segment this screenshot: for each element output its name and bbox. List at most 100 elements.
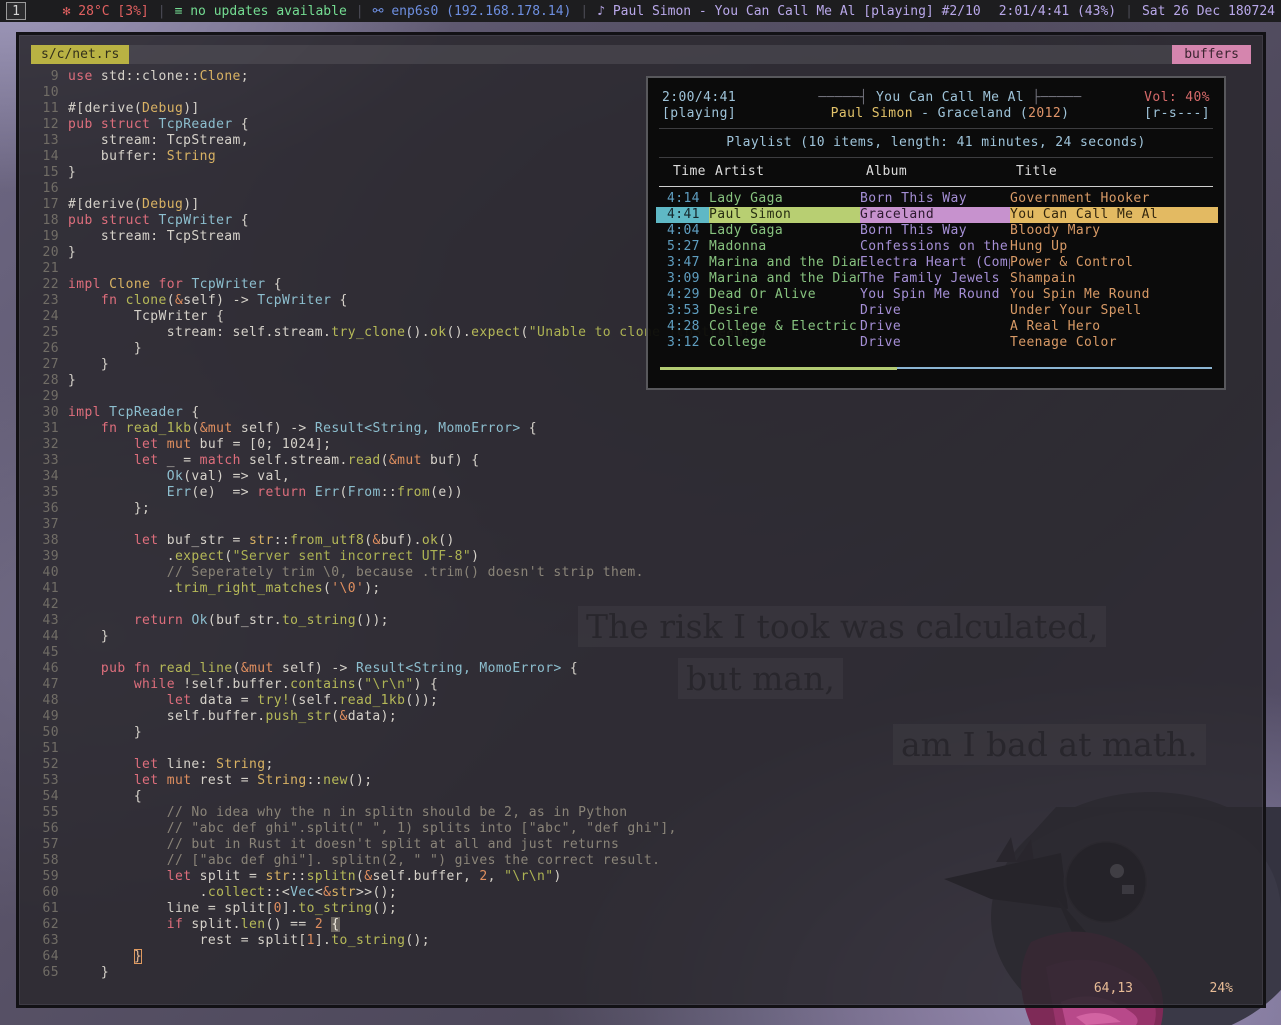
playlist-row[interactable]: 4:29Dead Or AliveYou Spin Me RoundYou Sp…	[648, 287, 1224, 303]
line-number: 9	[31, 69, 59, 85]
code-line: 35 Err(e) => return Err(From::from(e))	[31, 485, 1251, 501]
cell-title: A Real Hero	[1010, 319, 1218, 335]
line-number: 40	[31, 565, 59, 581]
playlist-row[interactable]: 3:53DesireDriveUnder Your Spell	[648, 303, 1224, 319]
line-number: 51	[31, 741, 59, 757]
code-line: 33 let _ = match self.stream.read(&mut b…	[31, 453, 1251, 469]
cell-album: Drive	[860, 335, 1010, 351]
line-number: 45	[31, 645, 59, 661]
line-number: 52	[31, 757, 59, 773]
column-artist[interactable]: Artist	[715, 164, 866, 180]
code-line: 51	[31, 741, 1251, 757]
playlist-row[interactable]: 4:04Lady GagaBorn This WayBloody Mary	[648, 223, 1224, 239]
line-number: 50	[31, 725, 59, 741]
cell-title: Hung Up	[1010, 239, 1218, 255]
cell-artist: Marina and the Diamo	[709, 271, 860, 287]
module-separator: |	[149, 4, 175, 19]
playlist[interactable]: 4:14Lady GagaBorn This WayGovernment Hoo…	[648, 191, 1224, 351]
playlist-row-selected[interactable]: 4:41Paul SimonGracelandYou Can Call Me A…	[648, 207, 1224, 223]
code-line: 45	[31, 645, 1251, 661]
code-line: 48 let data = try!(self.read_1kb());	[31, 693, 1251, 709]
line-number: 17	[31, 197, 59, 213]
playlist-row[interactable]: 5:27MadonnaConfessions on the DHung Up	[648, 239, 1224, 255]
code-line: 52 let line: String;	[31, 757, 1251, 773]
workspace-indicator[interactable]: 1	[6, 2, 26, 20]
cell-title: Government Hooker	[1010, 191, 1218, 207]
cell-title: You Spin Me Round	[1010, 287, 1218, 303]
cell-title: Under Your Spell	[1010, 303, 1218, 319]
cell-album: You Spin Me Round	[860, 287, 1010, 303]
code-line: 60 .collect::<Vec<&str>>();	[31, 885, 1251, 901]
desktop: The risk I took was calculated, but man,…	[0, 0, 1281, 1025]
track-time-module: 2:01/4:41 (43%)	[981, 4, 1116, 19]
cell-artist: Madonna	[709, 239, 860, 255]
code-line: 61 line = split[0].to_string();	[31, 901, 1251, 917]
playlist-header: Time Artist Album Title	[662, 164, 1210, 180]
cell-artist: Desire	[709, 303, 860, 319]
code-line: 31 fn read_1kb(&mut self) -> Result<Stri…	[31, 421, 1251, 437]
code-line: 34 Ok(val) => val,	[31, 469, 1251, 485]
player-track-title: ─────┤ You Can Call Me Al ├─────	[782, 90, 1118, 106]
buffers-label[interactable]: buffers	[1172, 45, 1251, 64]
line-number: 29	[31, 389, 59, 405]
cell-title: Power & Control	[1010, 255, 1218, 271]
cell-time: 4:29	[656, 287, 709, 303]
clock-module: Sat 26 Dec 180724	[1142, 4, 1275, 19]
cell-artist: Lady Gaga	[709, 191, 860, 207]
cell-album: Confessions on the D	[860, 239, 1010, 255]
scroll-percent: 24%	[1210, 981, 1233, 996]
line-number: 64	[31, 949, 59, 965]
line-number: 58	[31, 853, 59, 869]
code-line: 39 .expect("Server sent incorrect UTF-8"…	[31, 549, 1251, 565]
line-number: 34	[31, 469, 59, 485]
music-note-icon: ♪	[597, 4, 605, 19]
code-line: 46 pub fn read_line(&mut self) -> Result…	[31, 661, 1251, 677]
cell-artist: College & Electric Y	[709, 319, 860, 335]
line-number: 30	[31, 405, 59, 421]
tab-net-rs[interactable]: s/c/net.rs	[31, 45, 129, 64]
line-number: 12	[31, 117, 59, 133]
player-state: [playing]	[662, 106, 782, 122]
line-number: 39	[31, 549, 59, 565]
code-line: 57 // but in Rust it doesn't split at al…	[31, 837, 1251, 853]
column-album[interactable]: Album	[866, 164, 1016, 180]
music-player-window[interactable]: 2:00/4:41 ─────┤ You Can Call Me Al ├───…	[646, 76, 1226, 390]
code-line: 58 // ["abc def ghi"]. splitn(2, " ") gi…	[31, 853, 1251, 869]
line-number: 65	[31, 965, 59, 981]
track-progress-bar[interactable]	[660, 366, 1212, 370]
cell-time: 4:04	[656, 223, 709, 239]
code-line: 64 }	[31, 949, 1251, 965]
title-decoration-right: ├─────	[1024, 90, 1082, 105]
line-number: 53	[31, 773, 59, 789]
status-bar: 1 ✻ 28°C [3%] | ≡ no updates available |…	[0, 0, 1281, 22]
player-volume[interactable]: Vol: 40%	[1118, 90, 1210, 106]
player-flags: [r-s---]	[1118, 106, 1210, 122]
playlist-row[interactable]: 4:28College & Electric YDriveA Real Hero	[648, 319, 1224, 335]
playlist-row[interactable]: 3:12CollegeDriveTeenage Color	[648, 335, 1224, 351]
cell-artist: Lady Gaga	[709, 223, 860, 239]
cell-title: Teenage Color	[1010, 335, 1218, 351]
code-line: 50 }	[31, 725, 1251, 741]
playlist-row[interactable]: 3:09Marina and the DiamoThe Family Jewel…	[648, 271, 1224, 287]
line-number: 19	[31, 229, 59, 245]
line-number: 24	[31, 309, 59, 325]
code-line: 62 if split.len() == 2 {	[31, 917, 1251, 933]
line-number: 31	[31, 421, 59, 437]
line-number: 46	[31, 661, 59, 677]
player-artist-album: Paul Simon - Graceland (2012)	[782, 106, 1118, 122]
line-number: 42	[31, 597, 59, 613]
column-time[interactable]: Time	[662, 164, 715, 180]
line-number: 61	[31, 901, 59, 917]
cell-time: 5:27	[656, 239, 709, 255]
playlist-row[interactable]: 3:47Marina and the DiamoElectra Heart (C…	[648, 255, 1224, 271]
title-decoration-left: ─────┤	[818, 90, 876, 105]
code-line: 32 let mut buf = [0; 1024];	[31, 437, 1251, 453]
code-line: 36 };	[31, 501, 1251, 517]
cell-time: 3:47	[656, 255, 709, 271]
progress-played	[660, 367, 897, 370]
cell-time: 3:09	[656, 271, 709, 287]
column-title[interactable]: Title	[1016, 164, 1210, 180]
playlist-row[interactable]: 4:14Lady GagaBorn This WayGovernment Hoo…	[648, 191, 1224, 207]
line-number: 18	[31, 213, 59, 229]
code-line: 56 // "abc def ghi".split(" ", 1) splits…	[31, 821, 1251, 837]
